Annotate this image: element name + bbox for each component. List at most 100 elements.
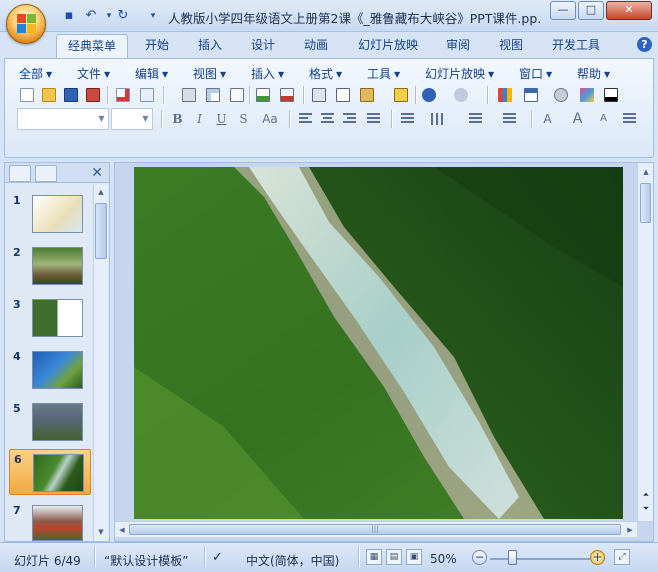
horizontal-scroll-thumb[interactable]: |||	[129, 524, 621, 535]
font-name-combo[interactable]: ▼	[17, 108, 109, 130]
underline-button[interactable]: U	[211, 109, 232, 129]
slide-sorter-view-icon[interactable]: ▤	[386, 549, 402, 565]
align-right-icon[interactable]	[343, 113, 356, 125]
scroll-up-icon[interactable]: ▲	[94, 185, 108, 199]
email-icon[interactable]	[137, 85, 157, 105]
research-icon[interactable]	[277, 85, 297, 105]
color-scheme-icon[interactable]	[577, 85, 597, 105]
menu-file[interactable]: 文件 ▼	[77, 65, 110, 82]
paragraph-spacing-icon[interactable]	[623, 113, 636, 125]
tab-slideshow[interactable]: 幻灯片放映	[350, 34, 426, 58]
menu-window[interactable]: 窗口 ▼	[519, 65, 552, 82]
slide-thumbnail-3[interactable]: 3	[5, 295, 93, 341]
tab-insert[interactable]: 插入	[188, 34, 232, 58]
panel-scroll-thumb[interactable]	[95, 203, 107, 259]
page-setup-icon[interactable]	[227, 85, 247, 105]
permission-icon[interactable]	[113, 85, 133, 105]
copy-icon[interactable]	[333, 85, 353, 105]
zoom-in-icon[interactable]: +	[590, 550, 605, 565]
close-button[interactable]: ✕	[606, 1, 652, 20]
tab-design[interactable]: 设计	[241, 34, 285, 58]
print-icon[interactable]	[179, 85, 199, 105]
maximize-button[interactable]: □	[578, 1, 604, 20]
cut-icon[interactable]	[309, 85, 329, 105]
normal-view-icon[interactable]: ▦	[366, 549, 382, 565]
scroll-right-icon[interactable]: ▶	[623, 523, 637, 537]
menu-edit[interactable]: 编辑 ▼	[135, 65, 168, 82]
slides-tab-icon[interactable]	[9, 165, 31, 182]
design-template-name[interactable]: “默认设计模板”	[104, 552, 188, 569]
align-left-icon[interactable]	[299, 113, 312, 125]
panel-scrollbar[interactable]: ▲ ▼	[93, 185, 108, 541]
slide-thumbnail-7[interactable]: 7	[5, 501, 93, 547]
shadow-button[interactable]: S	[233, 109, 254, 129]
previous-slide-icon[interactable]: ⏶	[640, 489, 652, 501]
panel-close-icon[interactable]: ✕	[91, 165, 103, 181]
tab-home[interactable]: 开始	[135, 34, 179, 58]
zoom-level[interactable]: 50%	[430, 552, 457, 566]
scroll-left-icon[interactable]: ◀	[115, 523, 129, 537]
outline-tab-icon[interactable]	[35, 165, 57, 182]
italic-button[interactable]: I	[189, 109, 210, 129]
slide-canvas[interactable]	[134, 167, 623, 519]
paste-icon[interactable]	[357, 85, 377, 105]
tab-view[interactable]: 视图	[489, 34, 533, 58]
save-icon[interactable]: ▪	[60, 7, 78, 25]
format-painter-icon[interactable]	[391, 85, 411, 105]
justify-icon[interactable]	[367, 113, 380, 125]
help-icon[interactable]: ?	[637, 37, 652, 52]
next-slide-icon[interactable]: ⏷	[640, 503, 652, 515]
menu-slideshow[interactable]: 幻灯片放映 ▼	[425, 65, 494, 82]
menu-view[interactable]: 视图 ▼	[193, 65, 226, 82]
customize-quick-access-icon[interactable]: ▾	[144, 7, 162, 25]
tab-review[interactable]: 审阅	[436, 34, 480, 58]
insert-table-icon[interactable]	[521, 85, 541, 105]
new-icon[interactable]	[17, 85, 37, 105]
bullets-icon[interactable]	[503, 113, 516, 125]
tab-developer[interactable]: 开发工具	[542, 34, 610, 58]
change-case-button[interactable]: Aa	[257, 109, 283, 129]
tab-animation[interactable]: 动画	[294, 34, 338, 58]
slide-thumbnail-2[interactable]: 2	[5, 243, 93, 289]
text-direction-icon[interactable]	[431, 113, 444, 125]
slide-thumbnail-5[interactable]: 5	[5, 399, 93, 445]
undo-icon[interactable]	[419, 85, 439, 105]
open-icon[interactable]	[39, 85, 59, 105]
language-indicator[interactable]: 中文(简体，中国)	[246, 552, 339, 569]
menu-all[interactable]: 全部 ▼	[19, 65, 52, 82]
slide-thumbnail-1[interactable]: 1	[5, 191, 93, 237]
decrease-font-icon[interactable]: A	[593, 109, 614, 129]
zoom-slider-track[interactable]	[490, 558, 590, 560]
fill-color-icon[interactable]	[601, 85, 621, 105]
redo-icon[interactable]	[451, 85, 471, 105]
font-color-icon[interactable]: A	[537, 109, 558, 129]
insert-chart-icon[interactable]	[495, 85, 515, 105]
menu-format[interactable]: 格式 ▼	[309, 65, 342, 82]
save-icon[interactable]	[61, 85, 81, 105]
columns-icon[interactable]	[401, 113, 414, 125]
vertical-scroll-thumb[interactable]	[640, 183, 651, 223]
office-button[interactable]	[6, 4, 46, 44]
scroll-up-icon[interactable]: ▲	[639, 165, 653, 179]
slide-thumbnail-6-selected[interactable]: 6	[9, 449, 91, 495]
menu-tools[interactable]: 工具 ▼	[367, 65, 400, 82]
undo-icon[interactable]: ↶	[82, 7, 100, 25]
redo-icon[interactable]: ↻	[114, 7, 132, 25]
minimize-button[interactable]: —	[550, 1, 576, 20]
spell-check-icon[interactable]: ✓	[212, 550, 223, 565]
editor-vertical-scrollbar[interactable]: ▲ ⏶ ⏷	[637, 163, 653, 521]
numbering-icon[interactable]	[469, 113, 482, 125]
menu-help[interactable]: 帮助 ▼	[577, 65, 610, 82]
tab-classic-menu[interactable]: 经典菜单	[56, 34, 128, 58]
menu-insert[interactable]: 插入 ▼	[251, 65, 284, 82]
increase-font-icon[interactable]: A	[567, 109, 588, 129]
bold-button[interactable]: B	[167, 109, 188, 129]
slide-thumbnail-4[interactable]: 4	[5, 347, 93, 393]
zoom-out-icon[interactable]: −	[472, 550, 487, 565]
align-center-icon[interactable]	[321, 113, 334, 125]
print-preview-icon[interactable]	[203, 85, 223, 105]
font-size-combo[interactable]: ▼	[111, 108, 153, 130]
save-as-icon[interactable]	[83, 85, 103, 105]
zoom-slider-handle[interactable]	[508, 550, 517, 565]
spelling-icon[interactable]	[253, 85, 273, 105]
